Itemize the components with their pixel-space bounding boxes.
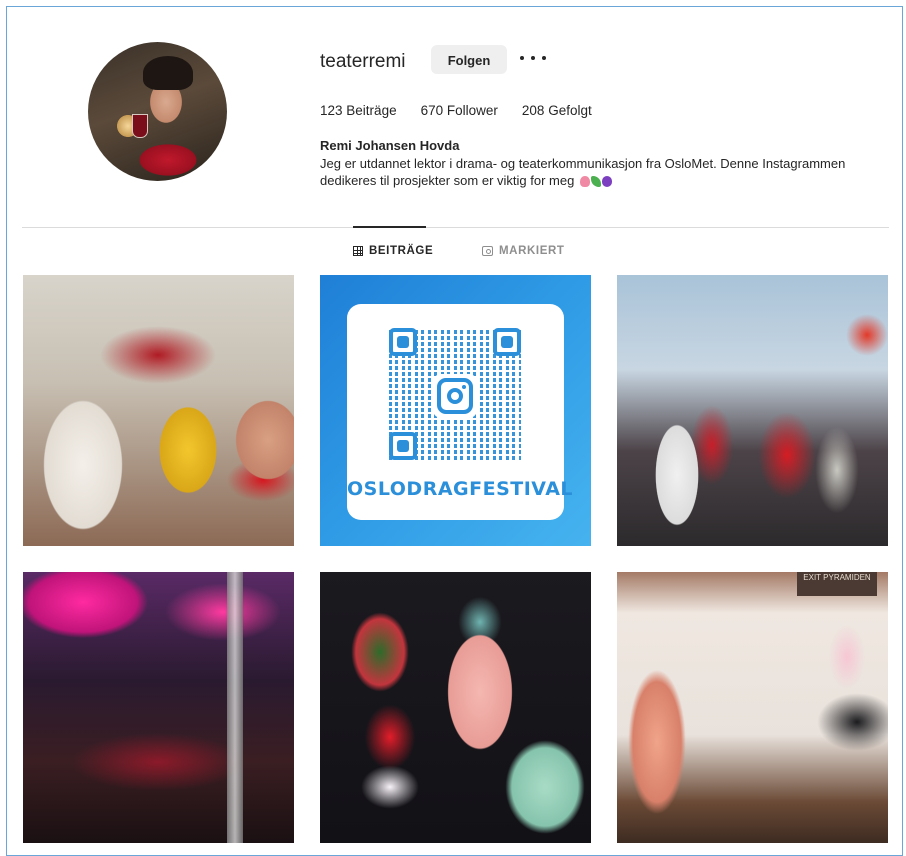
post-thumbnail-6[interactable]: EXIT PYRAMIDEN bbox=[617, 572, 888, 843]
avatar-hair bbox=[143, 56, 193, 90]
qr-center bbox=[433, 374, 477, 418]
qr-corner-icon bbox=[389, 432, 417, 460]
profile-bio: Jeg er utdannet lektor i drama- og teate… bbox=[320, 155, 860, 191]
post-thumbnail-1[interactable] bbox=[23, 275, 294, 546]
nametag-card: OSLODRAGFESTIVAL bbox=[347, 304, 574, 520]
profile-stats: 123 Beiträge 670 Follower 208 Gefolgt bbox=[320, 103, 616, 118]
qr-corner-icon bbox=[493, 328, 521, 356]
active-tab-indicator bbox=[353, 226, 426, 228]
stat-posts[interactable]: 123 Beiträge bbox=[320, 103, 397, 118]
stage-truss bbox=[227, 572, 243, 843]
profile-username: teaterremi bbox=[320, 51, 406, 72]
follow-button[interactable]: Folgen bbox=[431, 45, 507, 74]
instagram-logo-icon bbox=[437, 378, 473, 414]
more-options-icon[interactable] bbox=[520, 46, 546, 70]
tag-icon bbox=[482, 246, 493, 256]
qr-corner-icon bbox=[389, 328, 417, 356]
exit-sign: EXIT PYRAMIDEN bbox=[797, 572, 877, 596]
profile-avatar[interactable] bbox=[88, 42, 227, 181]
tabs-divider bbox=[22, 227, 889, 228]
tab-tagged-label: MARKIERT bbox=[499, 245, 565, 257]
profile-full-name: Remi Johansen Hovda bbox=[320, 138, 460, 153]
tab-posts[interactable]: BEITRÄGE bbox=[353, 245, 433, 257]
stat-following[interactable]: 208 Gefolgt bbox=[522, 103, 592, 118]
tab-posts-label: BEITRÄGE bbox=[369, 245, 434, 257]
stat-followers[interactable]: 670 Follower bbox=[421, 103, 498, 118]
nametag-caption: OSLODRAGFESTIVAL bbox=[347, 478, 574, 500]
post-thumbnail-5[interactable] bbox=[320, 572, 591, 843]
grid-icon bbox=[353, 246, 363, 256]
avatar-wine-glass bbox=[132, 114, 148, 138]
post-thumbnail-2[interactable]: OSLODRAGFESTIVAL bbox=[320, 275, 591, 546]
post-thumbnail-4[interactable] bbox=[23, 572, 294, 843]
post-thumbnail-3[interactable] bbox=[617, 275, 888, 546]
tab-tagged[interactable]: MARKIERT bbox=[482, 245, 565, 257]
bio-emoji-icons bbox=[579, 174, 613, 191]
